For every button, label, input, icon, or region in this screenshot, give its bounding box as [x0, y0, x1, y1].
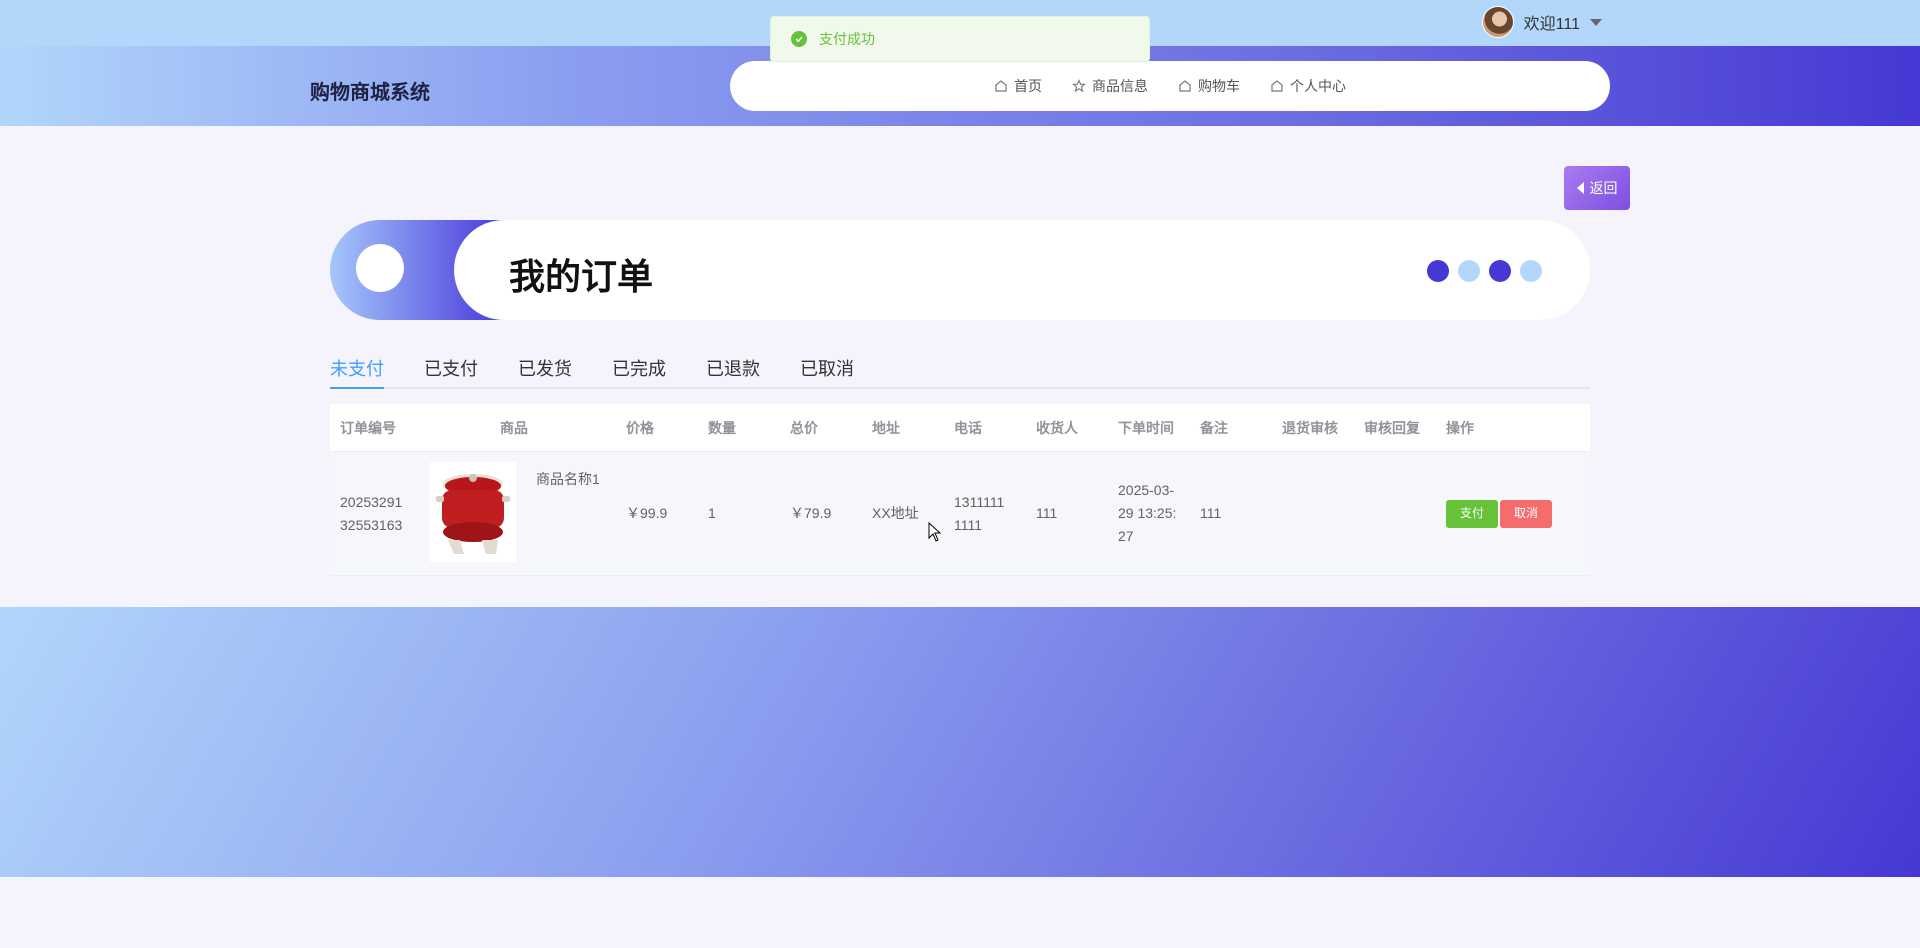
- quantity: 1: [708, 505, 716, 521]
- column-header: 总价: [790, 419, 818, 436]
- column-header: 价格: [626, 419, 654, 436]
- nav-item-profile[interactable]: 个人中心: [1270, 76, 1346, 96]
- footer: [0, 607, 1920, 877]
- nav-label: 首页: [1014, 78, 1042, 94]
- order-status-tabs: 未支付 已支付 已发货 已完成 已退款 已取消: [330, 355, 1590, 389]
- caret-left-icon: [1576, 182, 1584, 194]
- column-header: 审核回复: [1364, 419, 1420, 436]
- phone-line: 1111: [954, 516, 983, 533]
- orders-table: 订单编号 商品 价格 数量 总价 地址 电话 收货人 下单时间 备注 退货审核 …: [330, 404, 1590, 576]
- dot-0: [1427, 260, 1449, 282]
- order-time: 2025-03- 29 13:25: 27: [1108, 479, 1190, 548]
- total-price: ￥79.9: [790, 505, 832, 521]
- user-menu[interactable]: 欢迎111: [1481, 4, 1602, 40]
- brand-title: 购物商城系统: [310, 82, 430, 104]
- toast-message: 支付成功: [819, 31, 875, 47]
- dot-3: [1520, 260, 1542, 282]
- home-icon: [1271, 80, 1283, 92]
- main-nav: 首页 商品信息 购物车 个人中心: [730, 61, 1610, 111]
- nav-item-cart[interactable]: 购物车: [1178, 76, 1240, 96]
- row-actions: 支付 取消: [1446, 499, 1566, 528]
- dot-1: [1458, 260, 1480, 282]
- mouse-cursor-icon: [928, 522, 942, 542]
- banner-circle: [356, 244, 404, 292]
- order-id-line: 20253291: [340, 493, 403, 510]
- column-header: 收货人: [1036, 419, 1078, 436]
- goods-cell: 商品名称1: [420, 461, 616, 566]
- page-title: 我的订单: [509, 256, 654, 297]
- column-header: 操作: [1446, 419, 1474, 436]
- phone: 1311111 1111: [944, 491, 1026, 537]
- tab-refunded[interactable]: 已退款: [706, 355, 760, 389]
- tab-unpaid[interactable]: 未支付: [330, 355, 384, 389]
- nav-item-home[interactable]: 首页: [994, 76, 1042, 96]
- remark: 111: [1200, 505, 1222, 521]
- banner-dots: [1427, 260, 1542, 282]
- nav-label: 个人中心: [1290, 78, 1346, 94]
- column-header: 电话: [954, 419, 982, 436]
- tab-completed[interactable]: 已完成: [612, 355, 666, 389]
- home-icon: [1179, 80, 1191, 92]
- page-banner: 我的订单: [330, 220, 1590, 320]
- time-line: 27: [1118, 528, 1134, 544]
- pot-image: [430, 461, 516, 562]
- time-line: 29 13:25:: [1118, 505, 1177, 521]
- check-circle-icon: [791, 31, 807, 47]
- tab-cancelled[interactable]: 已取消: [800, 355, 854, 389]
- column-header: 数量: [708, 419, 736, 436]
- order-id: 20253291 32553163: [330, 491, 420, 537]
- back-label: 返回: [1589, 180, 1618, 196]
- column-header: 下单时间: [1118, 419, 1174, 436]
- goods: 商品名称1: [430, 461, 616, 566]
- table-row: 20253291 32553163 商品名称1 ￥99.9 1 ￥79.9 XX…: [330, 452, 1590, 576]
- nav-label: 购物车: [1198, 78, 1240, 94]
- goods-image: [430, 461, 516, 562]
- back-button[interactable]: 返回: [1564, 166, 1630, 210]
- goods-name: 商品名称1: [536, 470, 600, 487]
- banner-card: 我的订单: [454, 220, 1590, 320]
- nav-item-goods[interactable]: 商品信息: [1072, 76, 1148, 96]
- column-header: 备注: [1200, 419, 1228, 436]
- price: ￥99.9: [626, 505, 668, 521]
- avatar[interactable]: [1481, 6, 1514, 38]
- welcome-text: 欢迎111: [1523, 16, 1580, 33]
- order-id-line: 32553163: [340, 516, 403, 533]
- table-header: 订单编号 商品 价格 数量 总价 地址 电话 收货人 下单时间 备注 退货审核 …: [330, 404, 1590, 452]
- pay-button[interactable]: 支付: [1446, 499, 1499, 528]
- dot-2: [1489, 260, 1511, 282]
- column-header: 退货审核: [1282, 419, 1338, 436]
- actions: 支付 取消: [1436, 499, 1566, 528]
- receiver: 111: [1036, 505, 1058, 521]
- cancel-button[interactable]: 取消: [1500, 499, 1553, 528]
- home-icon: [995, 80, 1007, 92]
- tab-shipped[interactable]: 已发货: [518, 355, 572, 389]
- caret-down-icon[interactable]: [1590, 18, 1602, 26]
- tab-paid[interactable]: 已支付: [424, 355, 478, 389]
- column-header: 订单编号: [340, 419, 396, 436]
- column-header: 地址: [872, 419, 900, 436]
- phone-line: 1311111: [954, 493, 1005, 510]
- star-icon: [1072, 79, 1086, 93]
- time-line: 2025-03-: [1118, 482, 1175, 498]
- success-toast: 支付成功: [770, 16, 1150, 62]
- column-header: 商品: [500, 419, 528, 436]
- nav-label: 商品信息: [1092, 78, 1148, 94]
